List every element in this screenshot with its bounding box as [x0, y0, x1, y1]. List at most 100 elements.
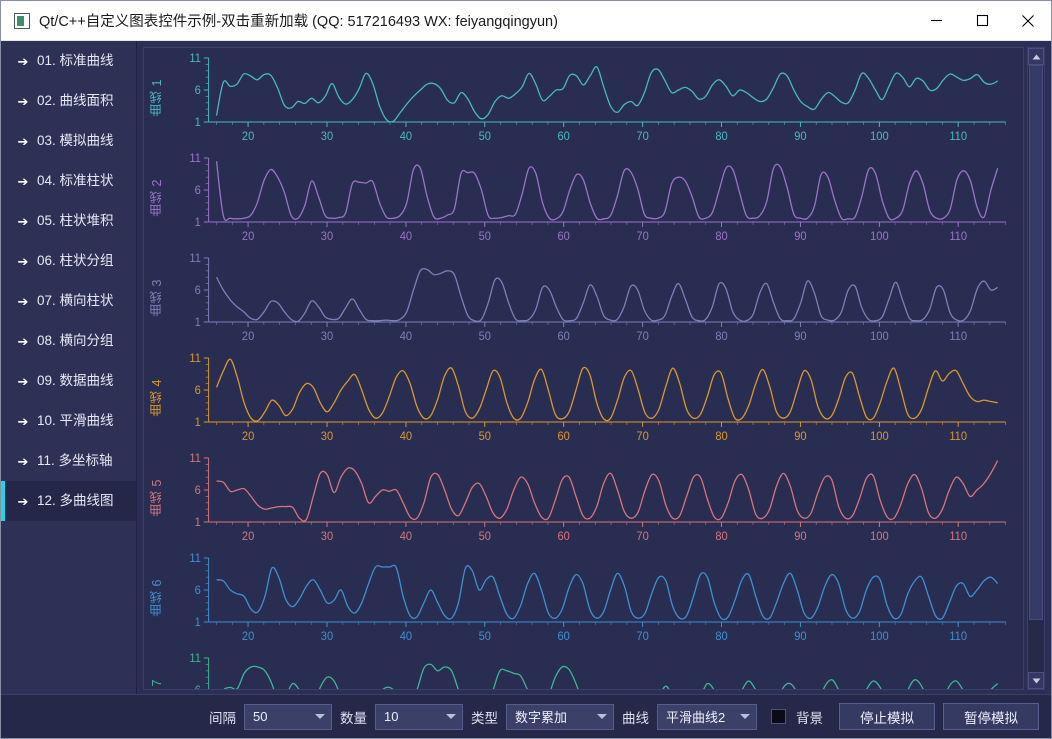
svg-text:11: 11 — [189, 553, 201, 565]
svg-text:90: 90 — [794, 331, 806, 343]
sidebar-item-8[interactable]: ➔ 08. 横向分组 — [1, 321, 136, 361]
svg-text:40: 40 — [400, 631, 412, 643]
arrow-right-icon: ➔ — [17, 53, 29, 69]
svg-text:110: 110 — [949, 231, 967, 243]
type-value: 数字累加 — [515, 710, 568, 725]
panel-axis-title-7: 曲线 7 — [144, 648, 168, 689]
close-button[interactable] — [1005, 1, 1051, 41]
svg-text:90: 90 — [794, 631, 806, 643]
svg-text:100: 100 — [870, 131, 889, 143]
panel-axis-title-text: 曲线 3 — [149, 279, 164, 317]
svg-text:100: 100 — [870, 531, 889, 543]
sidebar-item-label: 01. 标准曲线 — [37, 53, 114, 69]
svg-text:70: 70 — [636, 231, 648, 243]
scroll-up-button[interactable] — [1028, 48, 1044, 65]
svg-text:80: 80 — [715, 231, 727, 243]
panel-plot-6: 1 6 11 20 30 40 50 60 70 80 90 100 110 — [168, 548, 1023, 648]
sidebar-item-4[interactable]: ➔ 04. 标准柱状 — [1, 161, 136, 201]
svg-text:6: 6 — [195, 285, 201, 297]
background-color-swatch[interactable] — [771, 709, 786, 724]
chart-panel-4[interactable]: 曲线 4 1 6 11 20 30 40 50 60 70 80 90 100 110 — [144, 348, 1023, 448]
panel-axis-title-1: 曲线 1 — [144, 48, 168, 148]
stop-simulation-button[interactable]: 停止模拟 — [839, 703, 935, 730]
app-icon — [14, 12, 30, 29]
svg-text:11: 11 — [189, 353, 201, 365]
chart-panel-2[interactable]: 曲线 2 1 6 11 20 30 40 50 60 70 80 90 100 110 — [144, 148, 1023, 248]
chart-viewport: 曲线 1 1 6 11 20 30 40 50 60 70 80 90 100 110 曲线 2 1 6 11 20… — [143, 47, 1024, 690]
sidebar-item-9[interactable]: ➔ 09. 数据曲线 — [1, 361, 136, 401]
panel-axis-title-2: 曲线 2 — [144, 148, 168, 248]
chart-panel-1[interactable]: 曲线 1 1 6 11 20 30 40 50 60 70 80 90 100 110 — [144, 48, 1023, 148]
sidebar-item-6[interactable]: ➔ 06. 柱状分组 — [1, 241, 136, 281]
svg-text:60: 60 — [557, 631, 569, 643]
svg-text:11: 11 — [189, 53, 201, 65]
chevron-down-icon — [315, 714, 325, 719]
sidebar-item-12[interactable]: ➔ 12. 多曲线图 — [1, 481, 136, 521]
bottom-toolbar: 间隔 50 数量 10 类型 数字累加 曲线 平滑曲线2 背景 停止模拟 暂停模… — [1, 694, 1051, 738]
scrollbar-thumb[interactable] — [1029, 65, 1043, 620]
svg-text:80: 80 — [715, 531, 727, 543]
curve-select[interactable]: 平滑曲线2 — [657, 703, 757, 730]
interval-value: 50 — [253, 709, 268, 724]
type-select[interactable]: 数字累加 — [506, 703, 614, 730]
svg-text:70: 70 — [636, 431, 648, 443]
svg-text:60: 60 — [557, 431, 569, 443]
svg-text:100: 100 — [870, 431, 889, 443]
interval-select[interactable]: 50 — [244, 703, 332, 730]
curve-value: 平滑曲线2 — [666, 710, 726, 725]
svg-text:40: 40 — [400, 231, 412, 243]
svg-text:50: 50 — [479, 631, 491, 643]
svg-text:50: 50 — [479, 131, 491, 143]
window-controls — [913, 1, 1051, 41]
panel-axis-title-3: 曲线 3 — [144, 248, 168, 348]
panel-plot-4: 1 6 11 20 30 40 50 60 70 80 90 100 110 — [168, 348, 1023, 448]
chart-panel-7[interactable]: 曲线 716112030405060708090100110 — [144, 648, 1023, 689]
svg-text:30: 30 — [321, 431, 333, 443]
scrollbar-track[interactable] — [1028, 65, 1044, 672]
svg-text:1: 1 — [195, 217, 201, 229]
count-label: 数量 — [340, 710, 367, 726]
arrow-right-icon: ➔ — [17, 333, 29, 349]
svg-text:20: 20 — [242, 231, 254, 243]
chart-panel-5[interactable]: 曲线 5 1 6 11 20 30 40 50 60 70 80 90 100 110 — [144, 448, 1023, 548]
main-body: ➔ 01. 标准曲线 ➔ 02. 曲线面积 ➔ 03. 模拟曲线 ➔ 04. 标准柱状 ➔ 05.… — [1, 41, 1051, 694]
sidebar-item-10[interactable]: ➔ 10. 平滑曲线 — [1, 401, 136, 441]
application-window: Qt/C++自定义图表控件示例-双击重新加载 (QQ: 517216493 WX… — [0, 0, 1052, 739]
count-select[interactable]: 10 — [375, 703, 463, 730]
minimize-button[interactable] — [913, 1, 959, 41]
chevron-down-icon — [446, 714, 456, 719]
panel-axis-title-text: 曲线 2 — [149, 179, 164, 217]
sidebar-item-label: 11. 多坐标轴 — [37, 453, 113, 469]
svg-text:30: 30 — [321, 531, 333, 543]
sidebar-item-11[interactable]: ➔ 11. 多坐标轴 — [1, 441, 136, 481]
vertical-scrollbar[interactable] — [1027, 47, 1045, 690]
sidebar-item-3[interactable]: ➔ 03. 模拟曲线 — [1, 121, 136, 161]
svg-text:100: 100 — [870, 231, 889, 243]
sidebar-item-1[interactable]: ➔ 01. 标准曲线 — [1, 41, 136, 81]
sidebar-item-7[interactable]: ➔ 07. 横向柱状 — [1, 281, 136, 321]
svg-text:60: 60 — [557, 131, 569, 143]
chart-panel-6[interactable]: 曲线 6 1 6 11 20 30 40 50 60 70 80 90 100 110 — [144, 548, 1023, 648]
maximize-button[interactable] — [959, 1, 1005, 41]
svg-text:20: 20 — [242, 531, 254, 543]
svg-text:50: 50 — [479, 331, 491, 343]
svg-text:60: 60 — [557, 531, 569, 543]
svg-text:30: 30 — [321, 331, 333, 343]
svg-text:30: 30 — [321, 631, 333, 643]
arrow-right-icon: ➔ — [17, 493, 29, 509]
svg-text:1: 1 — [195, 317, 201, 329]
sidebar-item-label: 08. 横向分组 — [37, 333, 114, 349]
curve-label: 曲线 — [622, 710, 649, 726]
pause-simulation-button[interactable]: 暂停模拟 — [943, 703, 1039, 730]
svg-text:11: 11 — [189, 253, 201, 265]
chevron-down-icon — [740, 714, 750, 719]
svg-text:20: 20 — [242, 331, 254, 343]
panel-axis-title-text: 曲线 5 — [149, 479, 164, 517]
type-label: 类型 — [471, 710, 498, 726]
svg-text:1: 1 — [195, 117, 201, 129]
scroll-down-button[interactable] — [1028, 672, 1044, 689]
chart-panel-3[interactable]: 曲线 3 1 6 11 20 30 40 50 60 70 80 90 100 110 — [144, 248, 1023, 348]
sidebar-item-2[interactable]: ➔ 02. 曲线面积 — [1, 81, 136, 121]
sidebar-item-5[interactable]: ➔ 05. 柱状堆积 — [1, 201, 136, 241]
panel-plot-2: 1 6 11 20 30 40 50 60 70 80 90 100 110 — [168, 148, 1023, 248]
